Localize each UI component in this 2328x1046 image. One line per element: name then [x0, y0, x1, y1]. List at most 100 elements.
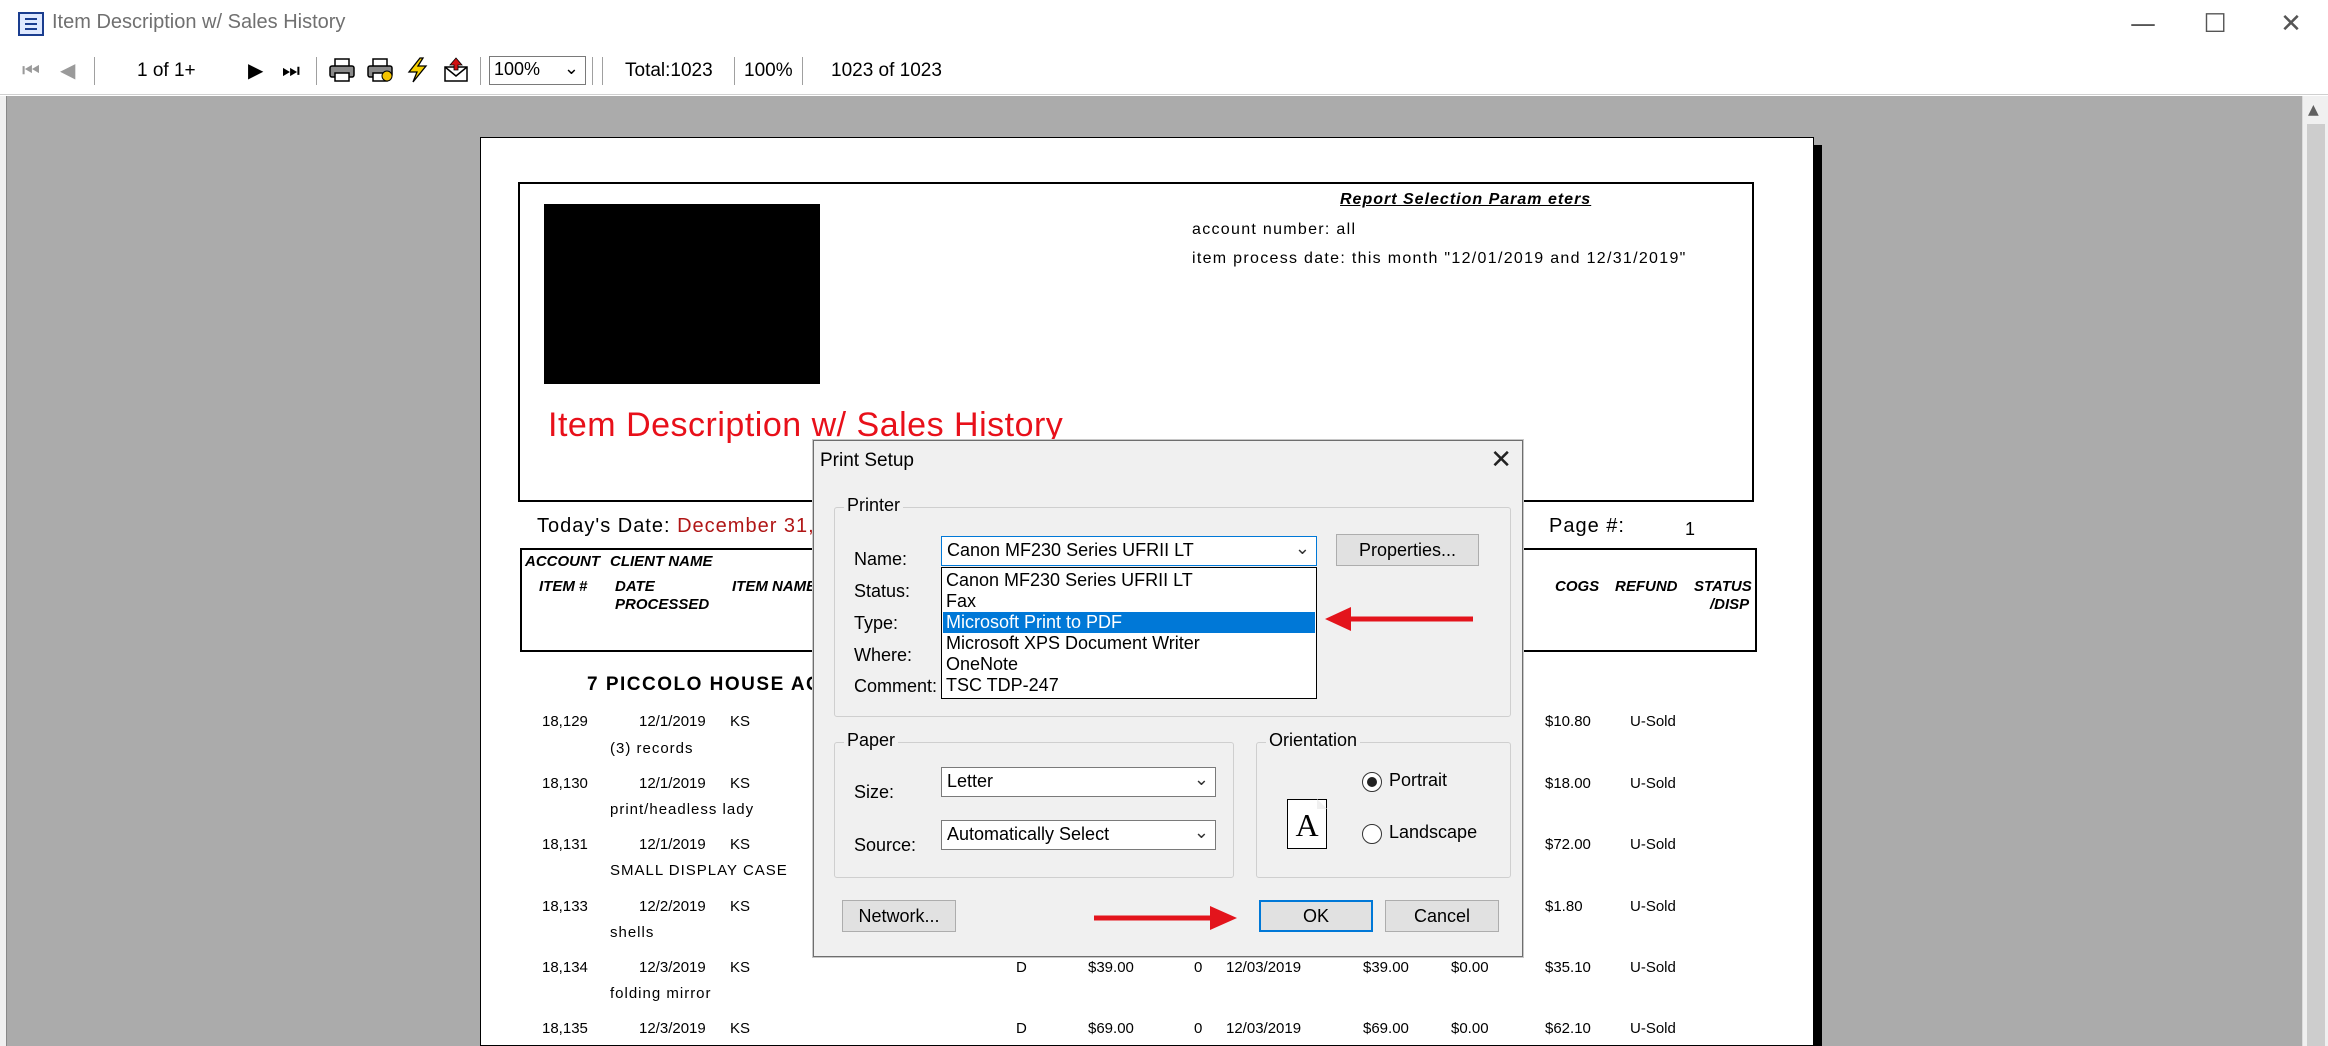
page-indicator: 1 of 1+ [137, 60, 196, 81]
row-type: D [1016, 1020, 1027, 1037]
row-sold-date: 12/03/2019 [1226, 1020, 1302, 1037]
next-page-icon[interactable]: ▶ [248, 58, 263, 82]
row-qty: 0 [1194, 959, 1203, 976]
row-status: U-Sold [1630, 1020, 1676, 1037]
param-account: account number: all [1192, 221, 1357, 238]
col-item-name: ITEM NAME [732, 578, 817, 595]
name-label: Name: [854, 549, 908, 569]
landscape-radio[interactable] [1362, 824, 1382, 844]
dialog-close-icon[interactable]: ✕ [1490, 445, 1512, 475]
paper-group [834, 742, 1234, 878]
status-label: Status: [854, 581, 911, 601]
col-account: ACCOUNT [525, 553, 600, 570]
previous-page-icon[interactable]: ◀ [60, 58, 75, 82]
row-status: U-Sold [1630, 775, 1676, 792]
printer-option-selected[interactable]: Microsoft Print to PDF [943, 612, 1315, 633]
zoom-select[interactable]: 100% ⌄ [489, 56, 586, 85]
row-by: KS [730, 713, 751, 730]
type-label: Type: [854, 613, 899, 633]
todays-date-value: December 31, [677, 515, 815, 537]
printer-option[interactable]: TSC TDP-247 [943, 675, 1315, 696]
row-type: D [1016, 959, 1027, 976]
print-setup-icon[interactable] [366, 57, 394, 83]
zoom-value: 100% [494, 59, 541, 79]
cancel-button[interactable]: Cancel [1385, 900, 1499, 932]
printer-name-value: Canon MF230 Series UFRII LT [947, 540, 1194, 560]
title-bar: Item Description w/ Sales History — ☐ ✕ [0, 0, 2328, 48]
row-status: U-Sold [1630, 898, 1676, 915]
row-item: 18,131 [542, 836, 588, 853]
row-item: 18,133 [542, 898, 588, 915]
where-label: Where: [854, 645, 913, 665]
source-label: Source: [854, 835, 917, 855]
printer-name-select[interactable]: Canon MF230 Series UFRII LT ⌄ [941, 536, 1317, 566]
row-desc: (3) records [610, 740, 694, 757]
page-number: 1 [1685, 519, 1696, 539]
print-setup-dialog: Print Setup ✕ Printer Name: Canon MF230 … [813, 440, 1523, 957]
param-date: item process date: this month "12/01/201… [1192, 250, 1687, 267]
chevron-down-icon: ⌄ [1193, 769, 1209, 790]
last-page-icon[interactable]: ⏭ [282, 58, 300, 82]
comment-label: Comment: [854, 676, 938, 696]
minimize-button[interactable]: — [2108, 0, 2178, 48]
todays-date: Today's Date: December 31, [537, 515, 815, 538]
row-price: $39.00 [1088, 959, 1134, 976]
col-cogs: COGS [1555, 578, 1600, 595]
row-by: KS [730, 1020, 751, 1037]
total-count: Total:1023 [625, 60, 713, 81]
app-icon [18, 12, 44, 36]
chevron-down-icon: ⌄ [1294, 538, 1310, 559]
export-icon[interactable] [442, 57, 470, 83]
refresh-icon[interactable] [404, 57, 432, 83]
col-status: STATUS [1694, 578, 1752, 595]
row-by: KS [730, 836, 751, 853]
paper-group-label: Paper [844, 730, 899, 751]
printer-option[interactable]: Fax [943, 591, 1315, 612]
scrollbar-thumb[interactable] [2307, 124, 2325, 1046]
print-icon[interactable] [328, 57, 356, 83]
printer-dropdown-list[interactable]: Canon MF230 Series UFRII LT Fax Microsof… [941, 567, 1317, 699]
landscape-label[interactable]: Landscape [1389, 822, 1477, 843]
row-date: 12/1/2019 [639, 775, 706, 792]
row-desc: print/headless lady [610, 801, 755, 818]
row-date: 12/3/2019 [639, 959, 706, 976]
row-date: 12/2/2019 [639, 898, 706, 915]
printer-option[interactable]: Canon MF230 Series UFRII LT [943, 570, 1315, 591]
row-sold: $39.00 [1363, 959, 1409, 976]
zoom-percent: 100% [744, 60, 793, 81]
row-price: $69.00 [1088, 1020, 1134, 1037]
col-client-name: CLIENT NAME [610, 553, 713, 570]
paper-source-select[interactable]: Automatically Select ⌄ [941, 820, 1216, 850]
printer-option[interactable]: OneNote [943, 654, 1315, 675]
row-cogs: $72.00 [1545, 836, 1591, 853]
row-qty: 0 [1194, 1020, 1203, 1037]
row-desc: folding mirror [610, 985, 712, 1002]
portrait-radio[interactable] [1362, 772, 1382, 792]
scroll-up-icon[interactable]: ▲ [2308, 102, 2319, 118]
params-heading: Report Selection Param eters [1340, 191, 1592, 208]
left-edge [0, 96, 7, 1046]
ok-button[interactable]: OK [1259, 900, 1373, 932]
row-cogs: $35.10 [1545, 959, 1591, 976]
maximize-button[interactable]: ☐ [2180, 0, 2250, 48]
row-sold: $69.00 [1363, 1020, 1409, 1037]
properties-button[interactable]: Properties... [1336, 534, 1479, 566]
network-button[interactable]: Network... [842, 900, 956, 932]
row-item: 18,130 [542, 775, 588, 792]
row-item: 18,134 [542, 959, 588, 976]
row-sold-date: 12/03/2019 [1226, 959, 1302, 976]
vertical-scrollbar[interactable]: ▲ [2302, 96, 2328, 1046]
close-button[interactable]: ✕ [2256, 0, 2326, 48]
chevron-down-icon: ⌄ [563, 58, 579, 78]
paper-size-select[interactable]: Letter ⌄ [941, 767, 1216, 797]
record-count: 1023 of 1023 [831, 60, 942, 81]
annotation-arrow-pdf [1325, 607, 1473, 631]
row-cogs: $62.10 [1545, 1020, 1591, 1037]
annotation-arrow-ok [1094, 906, 1237, 930]
printer-option[interactable]: Microsoft XPS Document Writer [943, 633, 1315, 654]
row-item: 18,129 [542, 713, 588, 730]
portrait-label[interactable]: Portrait [1389, 770, 1447, 791]
first-page-icon[interactable]: ⏮ [22, 58, 40, 82]
row-status: U-Sold [1630, 836, 1676, 853]
row-cogs: $10.80 [1545, 713, 1591, 730]
